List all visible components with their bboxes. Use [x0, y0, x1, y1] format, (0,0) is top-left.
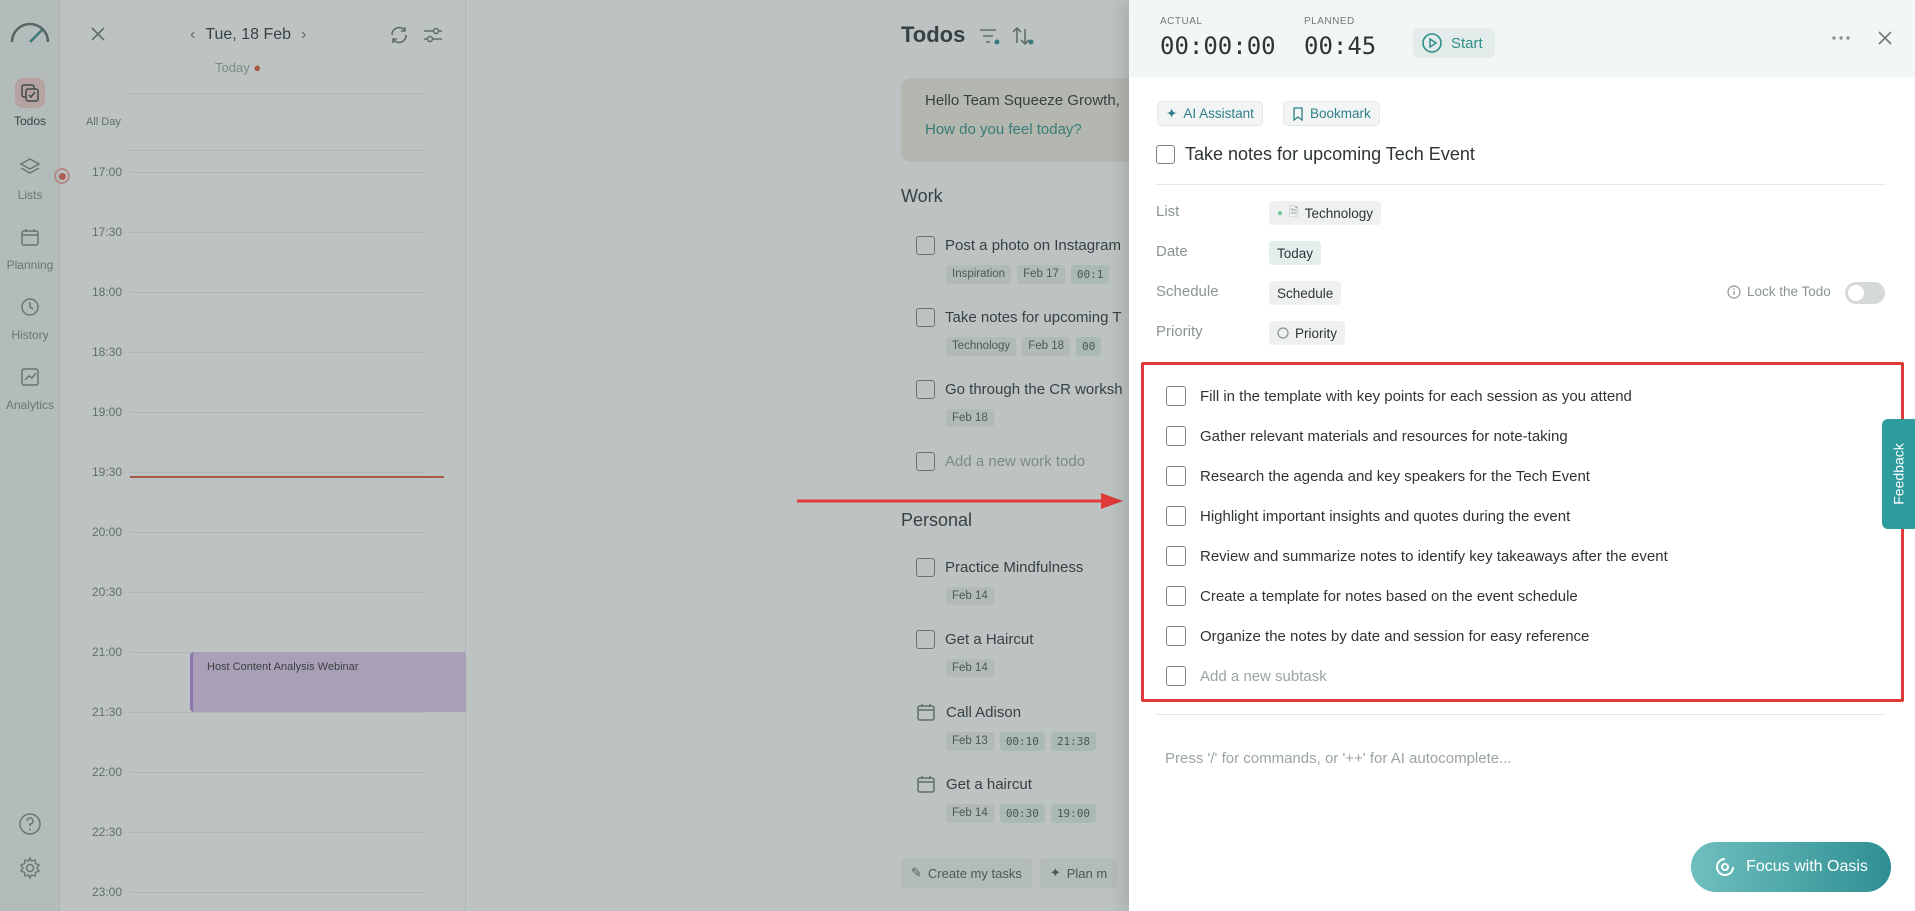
todo-title[interactable]: Take notes for upcoming Tech Event: [1185, 144, 1475, 165]
divider: [1156, 184, 1886, 185]
priority-value: Priority: [1295, 325, 1338, 341]
planned-label: PLANNED: [1304, 16, 1355, 27]
todo-checkbox[interactable]: [1156, 145, 1175, 164]
subtask-checkbox[interactable]: [1166, 546, 1186, 566]
lock-label: Lock the Todo: [1747, 284, 1831, 299]
circle-icon: [1277, 327, 1289, 339]
date-label: Date: [1156, 243, 1188, 260]
planned-time[interactable]: 00:45: [1304, 32, 1376, 60]
subtask-item[interactable]: Organize the notes by date and session f…: [1166, 626, 1589, 646]
list-label: List: [1156, 203, 1180, 220]
schedule-selector[interactable]: Schedule: [1269, 281, 1342, 305]
button-label: Focus with Oasis: [1746, 858, 1868, 875]
lock-todo-label: Lock the Todo: [1727, 284, 1831, 299]
subtask-title[interactable]: Gather relevant materials and resources …: [1200, 428, 1568, 445]
list-dot-icon: ●: [1277, 207, 1284, 219]
subtask-checkbox: [1166, 666, 1186, 686]
subtask-title[interactable]: Organize the notes by date and session f…: [1200, 628, 1589, 645]
annotation-arrow-icon: [797, 493, 1123, 509]
date-value: Today: [1277, 245, 1314, 261]
start-button[interactable]: Start: [1413, 28, 1495, 58]
more-icon[interactable]: [1829, 26, 1853, 50]
document-icon: 🗎: [1289, 204, 1299, 219]
subtask-title[interactable]: Highlight important insights and quotes …: [1200, 508, 1570, 525]
close-icon[interactable]: [1873, 26, 1897, 50]
bookmark-icon: [1293, 106, 1303, 121]
subtask-checkbox[interactable]: [1166, 466, 1186, 486]
add-subtask-placeholder: Add a new subtask: [1200, 667, 1327, 685]
timer-bar: ACTUAL 00:00:00 PLANNED 00:45 Start: [1129, 0, 1915, 77]
bookmark-button[interactable]: Bookmark: [1283, 101, 1380, 126]
subtask-title[interactable]: Review and summarize notes to identify k…: [1200, 548, 1668, 565]
subtask-item[interactable]: Review and summarize notes to identify k…: [1166, 546, 1668, 566]
subtask-checkbox[interactable]: [1166, 626, 1186, 646]
schedule-label: Schedule: [1156, 283, 1219, 300]
divider: [1156, 714, 1886, 715]
ai-assistant-button[interactable]: ✦ AI Assistant: [1157, 101, 1263, 126]
todo-detail-panel: ACTUAL 00:00:00 PLANNED 00:45 Start ✦ AI…: [1129, 0, 1915, 911]
lock-todo-toggle[interactable]: [1845, 282, 1885, 304]
info-icon: [1727, 284, 1741, 299]
subtask-item[interactable]: Highlight important insights and quotes …: [1166, 506, 1570, 526]
focus-with-oasis-button[interactable]: Focus with Oasis: [1691, 842, 1891, 892]
subtask-item[interactable]: Fill in the template with key points for…: [1166, 386, 1632, 406]
feedback-label: Feedback: [1890, 443, 1907, 505]
button-label: AI Assistant: [1183, 106, 1254, 121]
subtask-title[interactable]: Research the agenda and key speakers for…: [1200, 468, 1590, 485]
play-icon: [1422, 33, 1442, 53]
actual-time: 00:00:00: [1160, 32, 1276, 60]
modal-backdrop[interactable]: [0, 0, 1129, 911]
subtask-checkbox[interactable]: [1166, 426, 1186, 446]
actual-label: ACTUAL: [1160, 16, 1203, 27]
subtask-checkbox[interactable]: [1166, 506, 1186, 526]
feedback-tab[interactable]: Feedback: [1882, 419, 1915, 529]
subtask-item[interactable]: Create a template for notes based on the…: [1166, 586, 1578, 606]
subtasks-highlight-box: [1141, 362, 1904, 702]
add-subtask-input[interactable]: Add a new subtask: [1166, 666, 1327, 686]
priority-label: Priority: [1156, 323, 1203, 340]
list-selector[interactable]: ● 🗎 Technology: [1269, 201, 1382, 225]
priority-selector[interactable]: Priority: [1269, 321, 1346, 345]
subtask-title[interactable]: Fill in the template with key points for…: [1200, 388, 1632, 405]
list-value: Technology: [1304, 205, 1374, 221]
start-label: Start: [1451, 34, 1483, 52]
button-label: Bookmark: [1310, 106, 1371, 121]
sparkle-icon: ✦: [1166, 105, 1178, 121]
subtask-checkbox[interactable]: [1166, 586, 1186, 606]
notes-editor[interactable]: Press '/' for commands, or '++' for AI a…: [1165, 750, 1512, 767]
todo-title-row: Take notes for upcoming Tech Event: [1156, 144, 1475, 165]
date-selector[interactable]: Today: [1269, 241, 1322, 265]
subtask-title[interactable]: Create a template for notes based on the…: [1200, 588, 1578, 605]
schedule-value: Schedule: [1277, 285, 1334, 301]
subtask-item[interactable]: Research the agenda and key speakers for…: [1166, 466, 1590, 486]
subtask-item[interactable]: Gather relevant materials and resources …: [1166, 426, 1568, 446]
oasis-icon: [1716, 858, 1735, 876]
subtask-checkbox[interactable]: [1166, 386, 1186, 406]
